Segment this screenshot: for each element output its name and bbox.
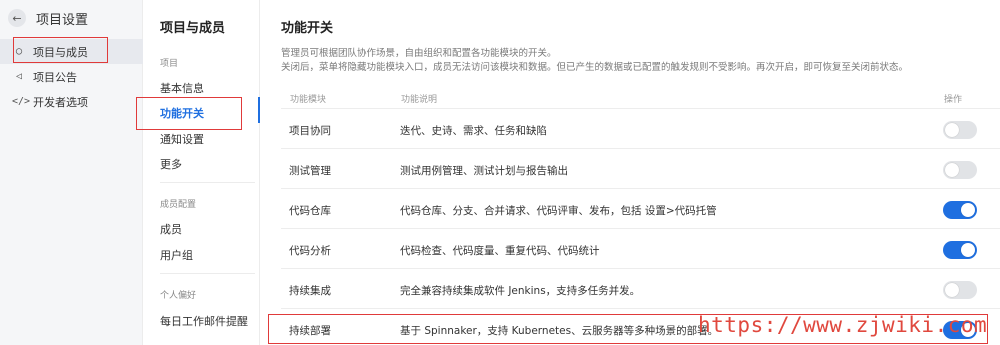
module-description: 代码仓库、分支、合并请求、代码评审、发布，包括 设置>代码托管 — [400, 205, 717, 217]
feature-toggle[interactable] — [943, 161, 977, 179]
sidebar-item-label: 项目公告 — [33, 70, 77, 84]
table-row: 代码仓库 代码仓库、分支、合并请求、代码评审、发布，包括 设置>代码托管 — [281, 188, 1000, 228]
sub-navigation: 项目与成员 项目 基本信息 功能开关 通知设置 更多 成员配置 成员 用户组 个… — [143, 0, 260, 345]
sidebar-header: ← 项目设置 — [8, 6, 88, 30]
toggle-knob — [961, 203, 975, 217]
feature-toggle[interactable] — [943, 281, 977, 299]
sidebar-item-label: 开发者选项 — [33, 95, 88, 109]
subnav-item-user-groups[interactable]: 用户组 — [160, 247, 193, 263]
sidebar-item-announcement[interactable]: ◁ 项目公告 — [0, 64, 143, 89]
table-row: 代码分析 代码检查、代码度量、重复代码、代码统计 — [281, 228, 1000, 268]
table-row: 测试管理 测试用例管理、测试计划与报告输出 — [281, 148, 1000, 188]
module-name: 代码仓库 — [289, 205, 331, 217]
code-icon: </> — [12, 96, 31, 107]
toggle-knob — [945, 123, 959, 137]
table-row: 项目协同 迭代、史诗、需求、任务和缺陷 — [281, 108, 1000, 148]
subnav-title: 项目与成员 — [160, 21, 226, 36]
subnav-item-basic-info[interactable]: 基本信息 — [160, 80, 204, 96]
module-name: 代码分析 — [289, 245, 331, 257]
subnav-group-members: 成员配置 — [160, 200, 197, 210]
column-header-action: 操作 — [944, 95, 963, 105]
subnav-group-project: 项目 — [160, 59, 179, 69]
subnav-divider — [160, 182, 255, 183]
toggle-knob — [945, 163, 959, 177]
toggle-knob — [961, 243, 975, 257]
back-arrow-icon[interactable]: ← — [8, 9, 26, 27]
highlight-box-subnav — [136, 97, 242, 130]
subnav-item-more[interactable]: 更多 — [160, 156, 182, 172]
sidebar-title: 项目设置 — [36, 12, 89, 28]
sidebar-item-developer[interactable]: </> 开发者选项 — [0, 89, 143, 114]
module-name: 项目协同 — [289, 125, 331, 137]
description-line-2: 关闭后，菜单将隐藏功能模块入口，成员无法访问该模块和数据。但已产生的数据或已配置… — [281, 62, 909, 73]
module-name: 持续集成 — [289, 285, 331, 297]
subnav-item-daily-email[interactable]: 每日工作邮件提醒 — [160, 313, 248, 329]
active-indicator — [258, 97, 260, 123]
table-row: 持续集成 完全兼容持续集成软件 Jenkins，支持多任务并发。 — [281, 268, 1000, 308]
settings-page: ← 项目设置 ◯ 项目与成员 ◁ 项目公告 </> 开发者选项 项目与成员 项目… — [0, 0, 1000, 345]
watermark-text: https://www.zjwiki.com — [698, 313, 988, 337]
page-title: 功能开关 — [281, 21, 334, 36]
toggle-knob — [945, 283, 959, 297]
module-description: 测试用例管理、测试计划与报告输出 — [400, 165, 568, 177]
megaphone-icon: ◁ — [15, 71, 23, 82]
module-description: 代码检查、代码度量、重复代码、代码统计 — [400, 245, 600, 257]
subnav-item-members[interactable]: 成员 — [160, 221, 182, 237]
module-description: 完全兼容持续集成软件 Jenkins，支持多任务并发。 — [400, 285, 641, 297]
subnav-divider — [160, 273, 255, 274]
highlight-box-sidebar — [13, 37, 108, 63]
subnav-item-notification[interactable]: 通知设置 — [160, 131, 204, 147]
description-line-1: 管理员可根据团队协作场景，自由组织和配置各功能模块的开关。 — [281, 48, 557, 59]
feature-toggle[interactable] — [943, 241, 977, 259]
feature-toggle[interactable] — [943, 121, 977, 139]
column-header-module: 功能模块 — [290, 95, 327, 105]
column-header-description: 功能说明 — [401, 95, 438, 105]
module-name: 测试管理 — [289, 165, 331, 177]
feature-toggle[interactable] — [943, 201, 977, 219]
subnav-group-preferences: 个人偏好 — [160, 291, 197, 301]
main-content: 功能开关 管理员可根据团队协作场景，自由组织和配置各功能模块的开关。 关闭后，菜… — [261, 0, 1000, 345]
module-description: 迭代、史诗、需求、任务和缺陷 — [400, 125, 547, 137]
